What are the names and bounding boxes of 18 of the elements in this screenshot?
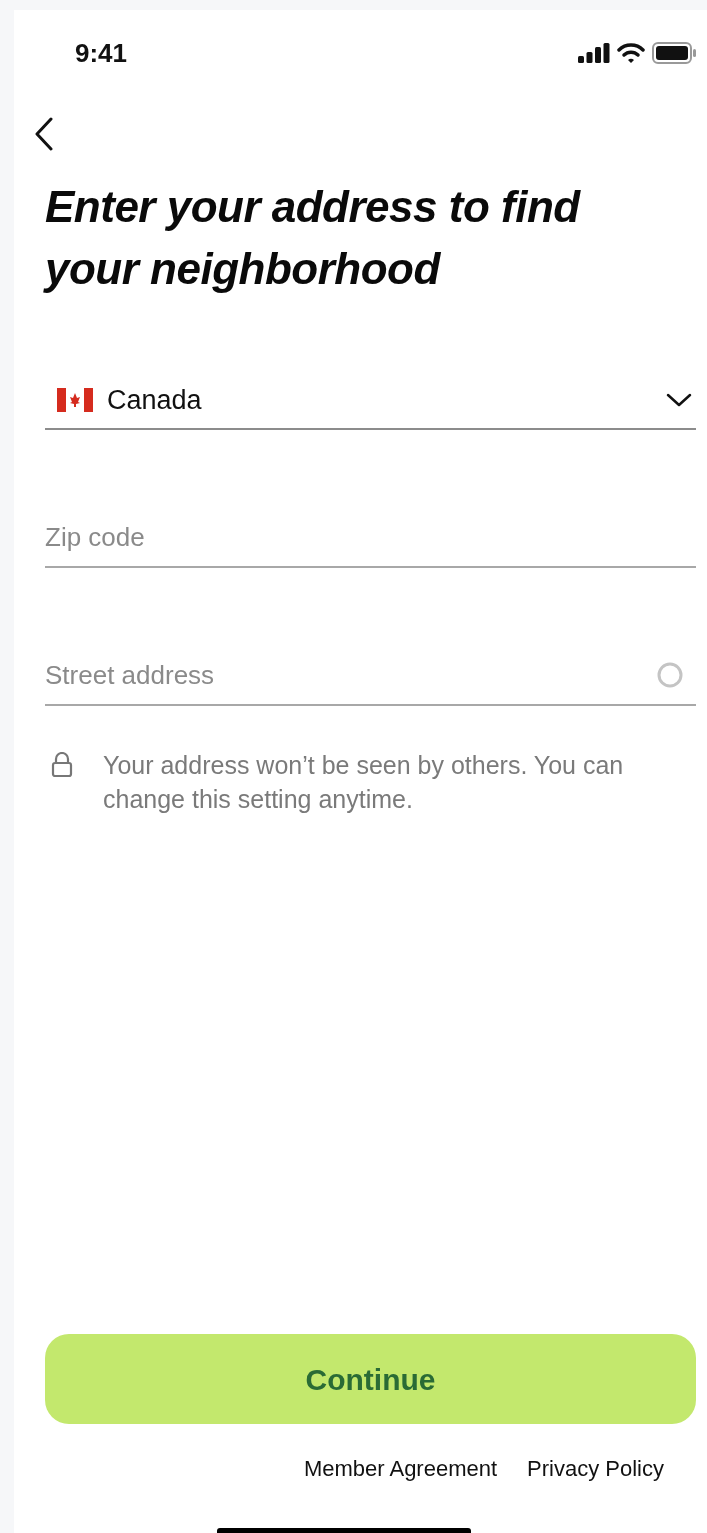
canada-flag-icon bbox=[57, 388, 93, 412]
continue-button[interactable]: Continue bbox=[45, 1334, 696, 1424]
privacy-note: Your address won’t be seen by others. You can change this setting anytime. bbox=[103, 750, 625, 815]
back-chevron-icon bbox=[35, 117, 53, 151]
loading-ring-icon bbox=[656, 661, 684, 689]
chevron-down-icon bbox=[666, 392, 692, 408]
country-value: Canada bbox=[107, 383, 202, 417]
footer-link[interactable]: Privacy Policy bbox=[527, 1452, 664, 1485]
page-title: Enter your address to find your neighborhood bbox=[45, 181, 582, 295]
zip-code-field[interactable]: Zip code bbox=[45, 508, 696, 566]
street-address-field[interactable]: Street address bbox=[45, 646, 656, 704]
country-select[interactable]: Canada bbox=[45, 372, 696, 430]
status-time: 9:41 bbox=[75, 36, 128, 70]
lock-icon bbox=[51, 752, 73, 778]
battery-icon bbox=[652, 42, 696, 64]
wifi-icon bbox=[617, 43, 645, 63]
footer-link[interactable]: Member Agreement bbox=[303, 1452, 498, 1485]
signal-icon bbox=[578, 43, 610, 63]
